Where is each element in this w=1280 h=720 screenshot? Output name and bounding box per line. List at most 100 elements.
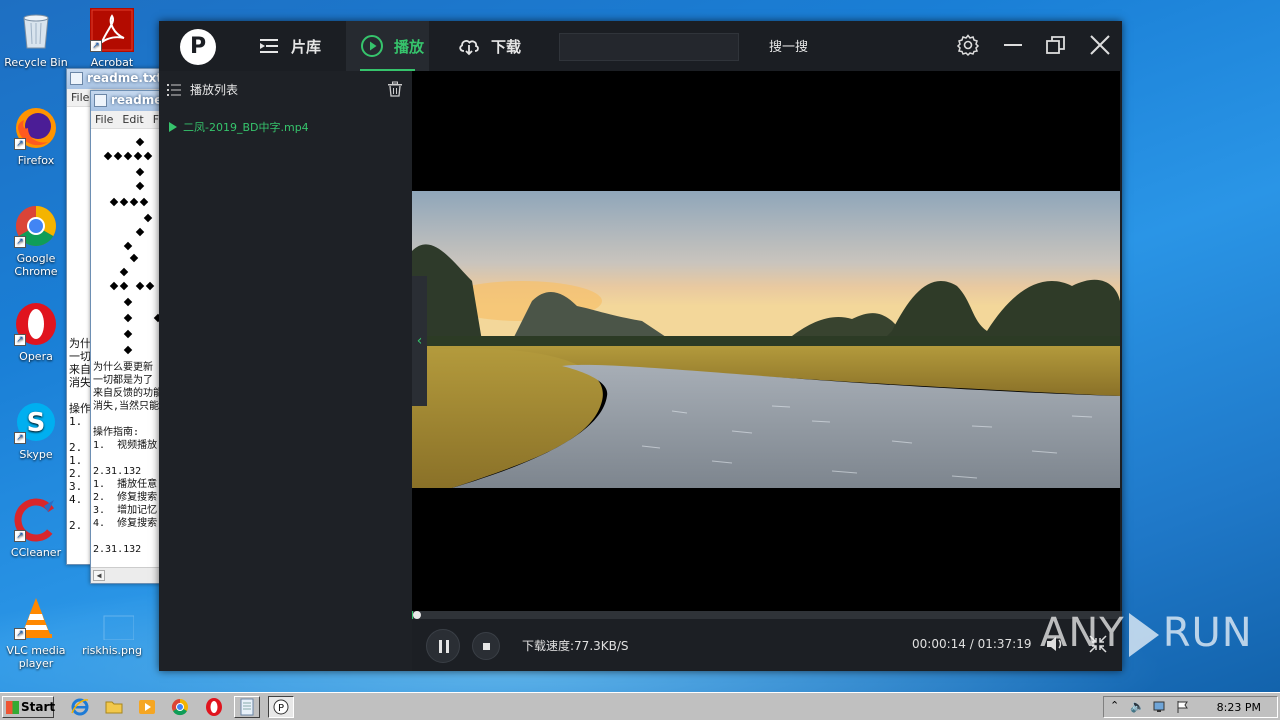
- scroll-left-icon[interactable]: ◀: [93, 570, 105, 581]
- notepad-icon: [94, 94, 107, 107]
- chevron-left-icon: ‹: [416, 333, 423, 349]
- file-explorer-icon[interactable]: [104, 697, 124, 717]
- shortcut-arrow-icon: ↗: [14, 236, 26, 248]
- menu-file[interactable]: File: [95, 113, 113, 126]
- player-taskbar-icon: P: [273, 699, 289, 715]
- video-frame-image: [412, 191, 1120, 488]
- tab-download-label: 下载: [491, 37, 522, 56]
- chrome-taskbar-icon[interactable]: [170, 697, 190, 717]
- time-current: 00:00:14: [912, 637, 966, 651]
- pause-icon: [439, 640, 449, 653]
- desktop-icon-firefox[interactable]: ↗ Firefox: [0, 106, 72, 167]
- desktop-icon-recycle-bin[interactable]: Recycle Bin: [0, 8, 72, 69]
- anyrun-watermark: ANY RUN: [1040, 610, 1253, 657]
- list-icon: [167, 83, 181, 97]
- desktop-icon-label: CCleaner: [10, 546, 62, 559]
- opera-taskbar-icon[interactable]: [204, 697, 224, 717]
- download-speed: 下载速度:77.3KB/S: [522, 639, 629, 653]
- desktop-icon-label: Recycle Bin: [4, 56, 68, 69]
- desktop-icon-label: Google Chrome: [14, 252, 58, 278]
- skype-icon: S ↗: [14, 400, 58, 444]
- stop-icon: [483, 643, 490, 650]
- collapse-sidebar-button[interactable]: ‹: [412, 276, 427, 406]
- playlist-panel: 播放列表 二凤-2019_BD中字.mp4: [159, 71, 412, 671]
- desktop-icon-label: Skype: [19, 448, 53, 461]
- playlist-item[interactable]: 二凤-2019_BD中字.mp4: [169, 119, 309, 135]
- opera-icon: ↗: [14, 302, 58, 346]
- stop-button[interactable]: [472, 632, 500, 660]
- desktop-icon-riskhis[interactable]: riskhis.png: [76, 596, 148, 657]
- tab-play[interactable]: 播放: [346, 21, 429, 71]
- chrome-icon: ↗: [14, 204, 58, 248]
- shortcut-arrow-icon: ↗: [14, 138, 26, 150]
- svg-text:P: P: [278, 703, 284, 714]
- trash-icon[interactable]: [387, 81, 403, 97]
- taskbar-player-button[interactable]: P: [268, 696, 294, 718]
- desktop-icon-ccleaner[interactable]: ↗ CCleaner: [0, 498, 72, 559]
- desktop-icon-opera[interactable]: ↗ Opera: [0, 302, 72, 363]
- desktop-icon-acrobat[interactable]: ↗ Acrobat: [76, 8, 148, 69]
- playing-indicator-icon: [169, 122, 177, 132]
- start-label: Start: [21, 700, 56, 714]
- tab-play-label: 播放: [394, 37, 425, 56]
- minimize-icon[interactable]: [1001, 33, 1025, 57]
- desktop-icon-label: Firefox: [17, 154, 55, 167]
- taskbar-notepad-button[interactable]: [234, 696, 260, 718]
- video-display[interactable]: [412, 71, 1120, 611]
- action-center-flag-icon[interactable]: [1176, 699, 1190, 713]
- menu-edit[interactable]: Edit: [122, 113, 143, 126]
- desktop-icon-skype[interactable]: S ↗ Skype: [0, 400, 72, 461]
- ccleaner-icon: ↗: [14, 498, 58, 542]
- start-button[interactable]: Start: [2, 696, 56, 718]
- tray-expand-icon[interactable]: ⌃: [1110, 699, 1119, 712]
- volume-tray-icon[interactable]: 🔈: [1130, 699, 1145, 713]
- playlist-header: 播放列表: [167, 81, 238, 98]
- video-player-window[interactable]: P 片库 播放 下载 搜一搜 播放列表 二凤-2019_BD中字.mp4 ‹ 下…: [159, 21, 1122, 671]
- shortcut-arrow-icon: ↗: [90, 40, 102, 52]
- windows-flag-icon: [6, 701, 19, 714]
- playlist-title: 播放列表: [190, 83, 239, 97]
- clock[interactable]: 8:23 PM: [1217, 701, 1261, 714]
- progress-bar[interactable]: [412, 611, 1122, 619]
- settings-gear-icon[interactable]: [956, 33, 980, 57]
- progress-handle[interactable]: [413, 611, 422, 619]
- desktop-icon-label: VLC media player: [6, 644, 66, 670]
- menu-file[interactable]: File: [71, 91, 89, 104]
- player-top-bar: P 片库 播放 下载 搜一搜: [159, 21, 1122, 71]
- tab-library-label: 片库: [291, 37, 322, 56]
- desktop-icon-vlc[interactable]: ↗ VLC media player: [0, 596, 72, 670]
- watermark-play-icon: [1128, 613, 1159, 657]
- media-player-icon[interactable]: [137, 697, 157, 717]
- time-total: / 01:37:19: [969, 637, 1032, 651]
- video-frame: [412, 191, 1120, 488]
- shortcut-arrow-icon: ↗: [14, 432, 26, 444]
- recycle-bin-icon: [14, 8, 58, 52]
- playlist-item-label: 二凤-2019_BD中字.mp4: [183, 121, 309, 134]
- restore-window-icon[interactable]: [1044, 33, 1068, 57]
- desktop-icon-label: riskhis.png: [82, 644, 142, 657]
- shortcut-arrow-icon: ↗: [14, 530, 26, 542]
- notepad-taskbar-icon: [240, 698, 254, 716]
- playback-controls: 下载速度:77.3KB/S 00:00:14 / 01:37:19: [412, 619, 1122, 671]
- firefox-icon: ↗: [14, 106, 58, 150]
- desktop-icon-chrome[interactable]: ↗ Google Chrome: [0, 204, 72, 278]
- acrobat-icon: ↗: [90, 8, 134, 52]
- image-file-icon: [90, 596, 135, 641]
- vlc-icon: ↗: [14, 596, 58, 640]
- close-icon[interactable]: [1088, 33, 1112, 57]
- taskbar: Start P ⌃ 🔈 8:23 PM: [0, 692, 1280, 720]
- system-tray: ⌃ 🔈 8:23 PM: [1103, 696, 1278, 718]
- time-display: 00:00:14 / 01:37:19: [912, 637, 1032, 651]
- tab-download[interactable]: 下载: [457, 21, 537, 71]
- notepad-icon: [70, 72, 83, 85]
- search-input[interactable]: [559, 33, 739, 61]
- cloud-download-icon: [457, 34, 481, 58]
- svg-text:S: S: [27, 408, 46, 438]
- tab-library[interactable]: 片库: [257, 21, 337, 71]
- search-button[interactable]: 搜一搜: [769, 36, 808, 55]
- watermark-left-text: ANY: [1040, 610, 1125, 656]
- network-tray-icon[interactable]: [1152, 699, 1166, 713]
- internet-explorer-icon[interactable]: [70, 697, 90, 717]
- pause-button[interactable]: [426, 629, 460, 663]
- app-logo[interactable]: P: [180, 29, 216, 65]
